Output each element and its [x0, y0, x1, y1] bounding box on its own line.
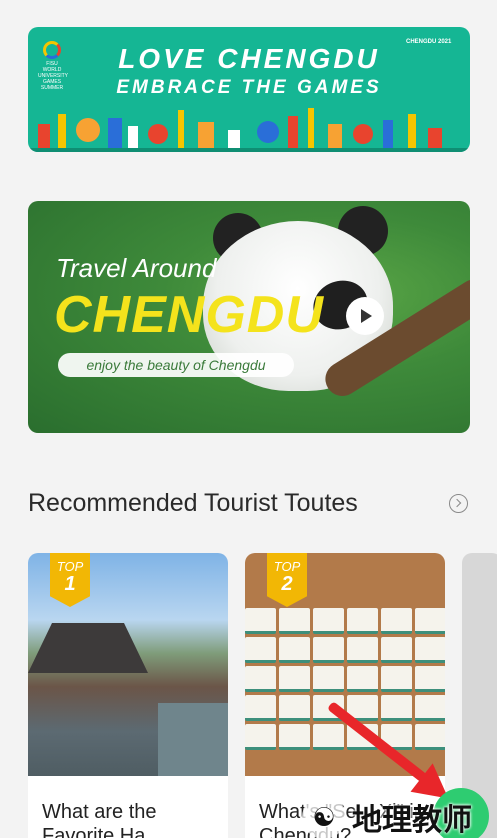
rank-badge: TOP 2: [267, 553, 307, 607]
rank-badge-number: 2: [281, 573, 293, 595]
travel-video-banner[interactable]: Travel Around CHENGDU enjoy the beauty o…: [28, 201, 470, 433]
banner-headline: LOVE CHENGDU: [118, 43, 380, 74]
banner-subheadline: EMBRACE THE GAMES: [116, 77, 382, 98]
games-banner[interactable]: FISU WORLD UNIVERSITY GAMES SUMMER CHENG…: [28, 27, 470, 152]
hero-tagline: enjoy the beauty of Chengdu: [58, 353, 294, 377]
chevron-right-circle-icon[interactable]: [449, 494, 468, 513]
hero-title-line2: CHENGDU: [54, 286, 324, 344]
canal-water-illustration: [158, 703, 228, 776]
section-title: Recommended Tourist Toutes: [28, 489, 358, 517]
watermark-text: 地理教师: [352, 803, 472, 838]
rank-badge-number: 1: [64, 573, 76, 595]
rank-badge: TOP 1: [50, 553, 90, 607]
mahjong-tiles-illustration: [245, 608, 445, 750]
watermark-logo-icon: ☯: [302, 795, 346, 838]
play-icon[interactable]: [346, 297, 384, 335]
route-card-1[interactable]: TOP 1 What are the Favorite Ha...: [28, 553, 228, 838]
watermark: ☯ 地理教师: [302, 795, 472, 838]
rank-badge-label: TOP: [273, 559, 301, 574]
city-skyline-illustration: [28, 108, 470, 152]
hero-title-line1: Travel Around: [56, 253, 217, 283]
building-roof-illustration: [28, 623, 148, 673]
rank-badge-label: TOP: [56, 559, 84, 574]
route-card-title: What are the Favorite Ha...: [42, 801, 163, 838]
